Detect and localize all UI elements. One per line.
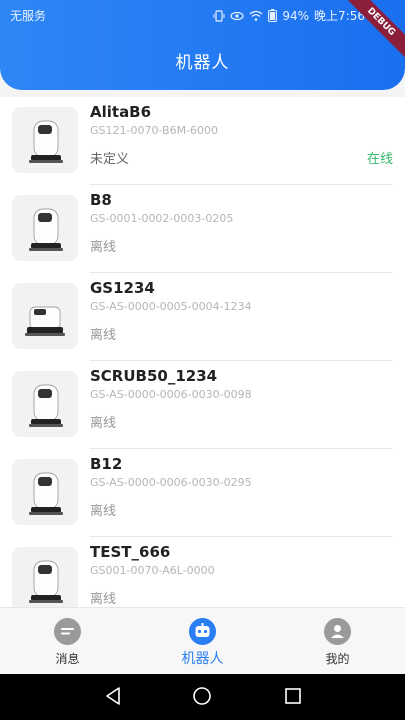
robot-image-icon — [25, 306, 65, 336]
robot-name: B12 — [90, 455, 123, 473]
tab-messages-label: 消息 — [55, 652, 80, 666]
robot-state: 离线 — [90, 328, 117, 343]
robot-serial: GS-AS-0000-0006-0030-0295 — [90, 476, 252, 489]
robot-name: B8 — [90, 191, 112, 209]
back-icon[interactable] — [104, 686, 122, 706]
robot-name: GS1234 — [90, 279, 155, 297]
bottom-navigation: 消息 机器人 我的 — [0, 607, 405, 674]
tab-robots[interactable]: 机器人 — [135, 608, 270, 675]
robot-serial: GS001-0070-A6L-0000 — [90, 564, 215, 577]
robot-list-item[interactable]: TEST_666 GS001-0070-A6L-0000 离线 — [0, 537, 405, 607]
tab-profile[interactable]: 我的 — [270, 608, 405, 675]
robot-serial: GS121-0070-B6M-6000 — [90, 124, 219, 137]
robot-name: AlitaB6 — [90, 103, 152, 121]
robot-thumbnail — [12, 547, 78, 607]
robot-serial: GS-0001-0002-0003-0205 — [90, 212, 234, 225]
robot-thumbnail — [12, 371, 78, 437]
robot-name: TEST_666 — [90, 543, 171, 561]
tab-messages[interactable]: 消息 — [0, 608, 135, 675]
robot-image-icon — [29, 472, 63, 515]
system-navigation-bar — [0, 674, 405, 720]
robot-state: 离线 — [90, 592, 117, 607]
robot-icon — [189, 618, 216, 645]
profile-icon — [324, 618, 351, 645]
battery-percent: 94% — [282, 8, 310, 23]
home-icon[interactable] — [192, 686, 212, 706]
battery-icon — [268, 9, 278, 22]
robot-list-item[interactable]: GS1234 GS-AS-0000-0005-0004-1234 离线 — [0, 273, 405, 361]
robot-state: 离线 — [90, 504, 117, 519]
robot-serial: GS-AS-0000-0005-0004-1234 — [90, 300, 252, 313]
message-icon — [54, 618, 81, 645]
robot-list-item[interactable]: B8 GS-0001-0002-0003-0205 离线 — [0, 185, 405, 273]
robot-image-icon — [29, 120, 63, 163]
robot-image-icon — [29, 384, 63, 427]
debug-ribbon-label: DEBUG — [342, 0, 405, 61]
robot-list-item[interactable]: B12 GS-AS-0000-0006-0030-0295 离线 — [0, 449, 405, 537]
online-status: 在线 — [366, 152, 393, 167]
robot-state: 未定义 — [90, 152, 130, 167]
carrier-label: 无服务 — [10, 9, 47, 23]
debug-banner: DEBUG — [335, 0, 405, 70]
robot-image-icon — [29, 208, 63, 251]
eye-icon — [230, 11, 244, 20]
robot-name: SCRUB50_1234 — [90, 367, 218, 385]
recents-icon[interactable] — [284, 686, 302, 706]
tab-robots-label: 机器人 — [181, 651, 224, 667]
robot-list-item[interactable]: SCRUB50_1234 GS-AS-0000-0006-0030-0098 离… — [0, 361, 405, 449]
robot-thumbnail — [12, 107, 78, 173]
robot-thumbnail — [12, 283, 78, 349]
wifi-icon — [249, 10, 263, 21]
robot-list-item[interactable]: AlitaB6 GS121-0070-B6M-6000 未定义 在线 — [0, 97, 405, 185]
robot-state: 离线 — [90, 240, 117, 255]
robot-thumbnail — [12, 459, 78, 525]
robot-image-icon — [29, 560, 63, 603]
tab-profile-label: 我的 — [325, 652, 350, 666]
robot-serial: GS-AS-0000-0006-0030-0098 — [90, 388, 252, 401]
robot-thumbnail — [12, 195, 78, 261]
robot-state: 离线 — [90, 416, 117, 431]
vibrate-icon — [213, 9, 225, 22]
robot-list[interactable]: AlitaB6 GS121-0070-B6M-6000 未定义 在线 B8 GS… — [0, 97, 405, 607]
